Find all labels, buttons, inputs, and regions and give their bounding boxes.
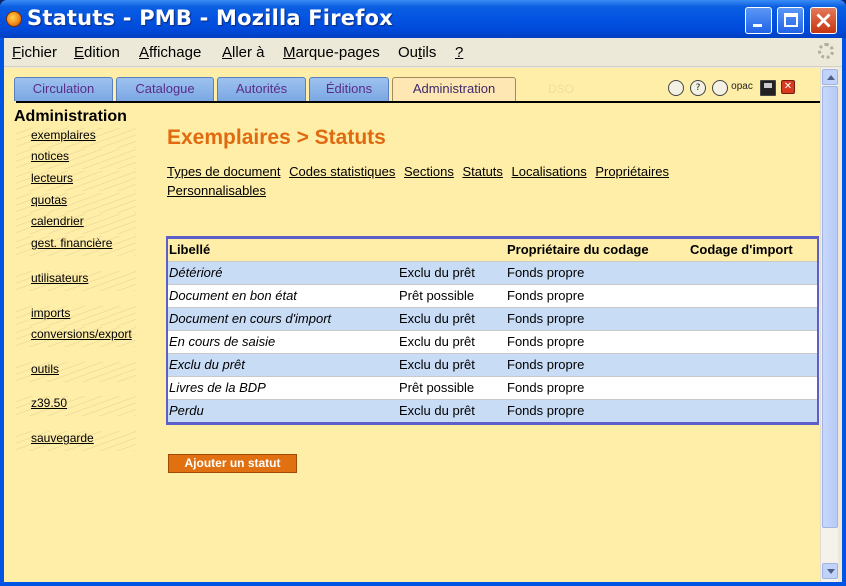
row-proprietaire: Fonds propre [507, 334, 585, 349]
maximize-button[interactable] [777, 7, 804, 34]
row-pret: Exclu du prêt [399, 311, 475, 326]
row-proprietaire: Fonds propre [507, 357, 585, 372]
firefox-icon [6, 11, 22, 27]
menu-bar: Fichier Edition Affichage Aller à Marque… [4, 38, 842, 67]
vertical-scrollbar[interactable] [820, 68, 838, 582]
row-libelle: Document en bon état [169, 288, 297, 303]
row-pret: Exclu du prêt [399, 357, 475, 372]
maximize-icon [778, 8, 803, 33]
menu-outils[interactable]: Outils [398, 44, 436, 61]
nav-title: Administration [14, 108, 127, 125]
row-pret: Exclu du prêt [399, 334, 475, 349]
row-proprietaire: Fonds propre [507, 311, 585, 326]
header-libelle: Libellé [169, 242, 211, 257]
row-libelle: Document en cours d'import [169, 311, 332, 326]
menu-help[interactable]: ? [455, 44, 463, 61]
row-proprietaire: Fonds propre [507, 380, 585, 395]
browser-window: Statuts - PMB - Mozilla Firefox Fichier … [0, 0, 846, 586]
menu-edition[interactable]: Edition [74, 44, 120, 61]
row-libelle: Exclu du prêt [169, 357, 245, 372]
table-header: Libellé Propriétaire du codage Codage d'… [168, 239, 817, 261]
help-icon[interactable]: ? [690, 80, 706, 96]
minimize-button[interactable] [745, 7, 772, 34]
menu-marque-pages[interactable]: Marque-pages [283, 44, 380, 61]
header-codage-import: Codage d'import [690, 242, 793, 257]
arrow-down-icon [827, 569, 835, 574]
tab-circulation[interactable]: Circulation [14, 77, 113, 101]
header-proprietaire: Propriétaire du codage [507, 242, 649, 257]
arrow-up-icon [827, 75, 835, 80]
row-libelle: En cours de saisie [169, 334, 276, 349]
sublink-proprietaires[interactable]: Propriétaires [595, 164, 669, 179]
sublink-codes-statistiques[interactable]: Codes statistiques [289, 164, 395, 179]
menu-affichage[interactable]: Affichage [139, 44, 201, 61]
logout-icon[interactable]: ✕ [781, 80, 795, 94]
title-bar[interactable]: Statuts - PMB - Mozilla Firefox [0, 0, 846, 38]
tab-underline [16, 101, 820, 103]
table-row[interactable]: Exclu du prêt Exclu du prêt Fonds propre [168, 353, 817, 376]
menu-aller-a[interactable]: Aller à [222, 44, 265, 61]
window-title: Statuts - PMB - Mozilla Firefox [27, 6, 393, 30]
scroll-up-button[interactable] [822, 69, 838, 85]
row-pret: Prêt possible [399, 380, 475, 395]
clock-icon[interactable] [668, 80, 684, 96]
tab-editions[interactable]: Éditions [309, 77, 389, 101]
row-libelle: Livres de la BDP [169, 380, 266, 395]
window-frame-bottom [0, 582, 846, 586]
page-title: Exemplaires > Statuts [167, 126, 386, 149]
sub-navigation: Types de document Codes statistiques Sec… [167, 162, 767, 200]
tab-autorites[interactable]: Autorités [217, 77, 306, 101]
sublink-sections[interactable]: Sections [404, 164, 454, 179]
minimize-icon [746, 8, 771, 33]
save-icon[interactable] [760, 80, 776, 96]
sublink-localisations[interactable]: Localisations [512, 164, 587, 179]
browser-client-area: Fichier Edition Affichage Aller à Marque… [4, 38, 842, 582]
sublink-statuts[interactable]: Statuts [462, 164, 502, 179]
table-row[interactable]: Livres de la BDP Prêt possible Fonds pro… [168, 376, 817, 399]
row-proprietaire: Fonds propre [507, 265, 585, 280]
scroll-thumb[interactable] [822, 86, 838, 528]
close-icon [816, 13, 831, 28]
window-frame-right [842, 38, 846, 586]
table-row[interactable]: En cours de saisie Exclu du prêt Fonds p… [168, 330, 817, 353]
menu-fichier[interactable]: Fichier [12, 44, 57, 61]
throbber-icon [818, 43, 834, 59]
tab-catalogue[interactable]: Catalogue [116, 77, 214, 101]
row-libelle: Perdu [169, 403, 204, 418]
table-row[interactable]: Document en bon état Prêt possible Fonds… [168, 284, 817, 307]
gear-icon[interactable] [712, 80, 728, 96]
tab-ghost-label: DSO [548, 82, 575, 96]
row-pret: Prêt possible [399, 288, 475, 303]
sublink-personnalisables[interactable]: Personnalisables [167, 183, 266, 198]
row-pret: Exclu du prêt [399, 265, 475, 280]
row-proprietaire: Fonds propre [507, 403, 585, 418]
tab-administration[interactable]: Administration [392, 77, 516, 101]
close-window-button[interactable] [810, 7, 837, 34]
table-row[interactable]: Perdu Exclu du prêt Fonds propre [168, 399, 817, 422]
row-pret: Exclu du prêt [399, 403, 475, 418]
table-row[interactable]: Document en cours d'import Exclu du prêt… [168, 307, 817, 330]
opac-icon[interactable]: opac [731, 80, 753, 96]
table-row[interactable]: Détérioré Exclu du prêt Fonds propre [168, 261, 817, 284]
row-libelle: Détérioré [169, 265, 223, 280]
add-statut-button[interactable]: Ajouter un statut [168, 454, 297, 473]
page-content: Circulation Catalogue Autorités Éditions… [4, 68, 820, 582]
scroll-down-button[interactable] [822, 563, 838, 579]
statuts-table: Libellé Propriétaire du codage Codage d'… [166, 236, 819, 425]
sublink-types-de-document[interactable]: Types de document [167, 164, 280, 179]
row-proprietaire: Fonds propre [507, 288, 585, 303]
